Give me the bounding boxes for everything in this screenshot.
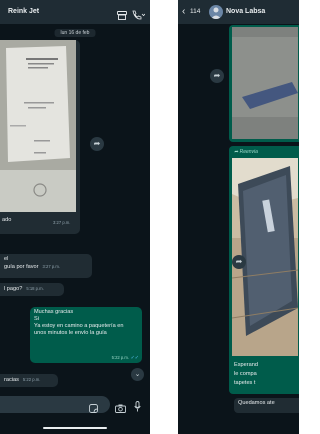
date-chip: lun 16 de feb (54, 29, 96, 37)
forward-button[interactable]: ➦ (210, 69, 224, 83)
message-text: racias (4, 377, 19, 383)
scroll-down-button[interactable]: ⌄ (131, 368, 144, 381)
contact-name[interactable]: Reink Jet (8, 8, 39, 15)
document-photo (0, 40, 76, 212)
message-time: 3:27 p.m. (42, 264, 60, 269)
message-bubble-pago[interactable]: l pago? 5:18 p.m. (0, 283, 64, 296)
home-indicator (43, 427, 107, 429)
store-icon[interactable] (117, 7, 127, 25)
call-icon[interactable] (131, 7, 146, 25)
message-text: guía por favor (4, 264, 39, 270)
forwarded-label: Reenvia (239, 149, 258, 155)
message-bubble-guia[interactable]: el guía por favor 3:27 p.m. (0, 254, 92, 278)
forwarded-label-row: ➦ Reenvia (234, 149, 258, 155)
message-bubble-gracias[interactable]: racias 5:22 p.m. (0, 374, 58, 387)
double-check-icon: ✓✓ (130, 355, 139, 361)
image-message[interactable]: ado 3:27 p.m. (0, 40, 80, 234)
forward-icon: ➦ (213, 71, 221, 80)
camera-icon[interactable] (115, 400, 126, 418)
microphone-icon[interactable] (134, 399, 141, 417)
outgoing-meta: 5:22 p.m. ✓✓ (108, 354, 139, 362)
message-time: 5:22 p.m. (22, 377, 41, 382)
forward-icon: ➦ (93, 139, 101, 148)
caption-line-2: le compa (234, 371, 257, 377)
message-text: el (4, 256, 9, 262)
outgoing-line-2: Si (34, 316, 39, 322)
message-text: l pago? (4, 286, 23, 292)
message-text: Quedamos ate (238, 400, 275, 406)
left-chat-screen: Reink Jet lun 16 de feb ado 3:27 p.m. ➦ (0, 0, 150, 434)
forward-button[interactable]: ➦ (232, 255, 246, 269)
caption-line-1: Esperand (234, 362, 258, 368)
message-time: 5:22 p.m. (111, 355, 130, 360)
chevron-down-icon: ⌄ (134, 371, 141, 378)
caption-line-3: tapetes t (234, 380, 256, 386)
left-chat-header: Reink Jet (0, 0, 150, 24)
image-caption: ado (2, 217, 12, 223)
right-chat-header: ‹ 114 Nova Labsa (178, 0, 299, 24)
outgoing-message-bubble[interactable]: Muchas gracias Si Ya estoy en camino a p… (30, 307, 142, 363)
forwarded-image-message[interactable]: ➦ Reenvia Esperand le compa tapetes t (229, 146, 299, 394)
image-message-top[interactable] (229, 25, 299, 142)
mat-photo-top (232, 27, 298, 139)
contact-name[interactable]: Nova Labsa (226, 8, 265, 15)
outgoing-line-1: Muchas gracias (34, 309, 74, 315)
back-icon[interactable]: ‹ (182, 6, 185, 17)
message-text-line: guía por favor 3:27 p.m. (4, 263, 88, 271)
forward-button[interactable]: ➦ (90, 137, 104, 151)
sticker-icon[interactable] (89, 400, 98, 418)
message-time: 5:18 p.m. (26, 286, 44, 291)
unread-count[interactable]: 114 (190, 8, 200, 15)
outgoing-line-4: unos minutos le envío la guía (34, 330, 107, 336)
outgoing-line-3: Ya estoy en camino a paquetería en (34, 323, 124, 329)
avatar[interactable] (209, 5, 223, 19)
message-bubble-last[interactable]: Quedamos ate (234, 398, 299, 413)
image-time: 3:27 p.m. (53, 220, 71, 225)
right-chat-screen: ‹ 114 Nova Labsa ➦ ➦ Reenvia Esperand le… (178, 0, 299, 434)
forward-icon: ➦ (235, 257, 243, 266)
